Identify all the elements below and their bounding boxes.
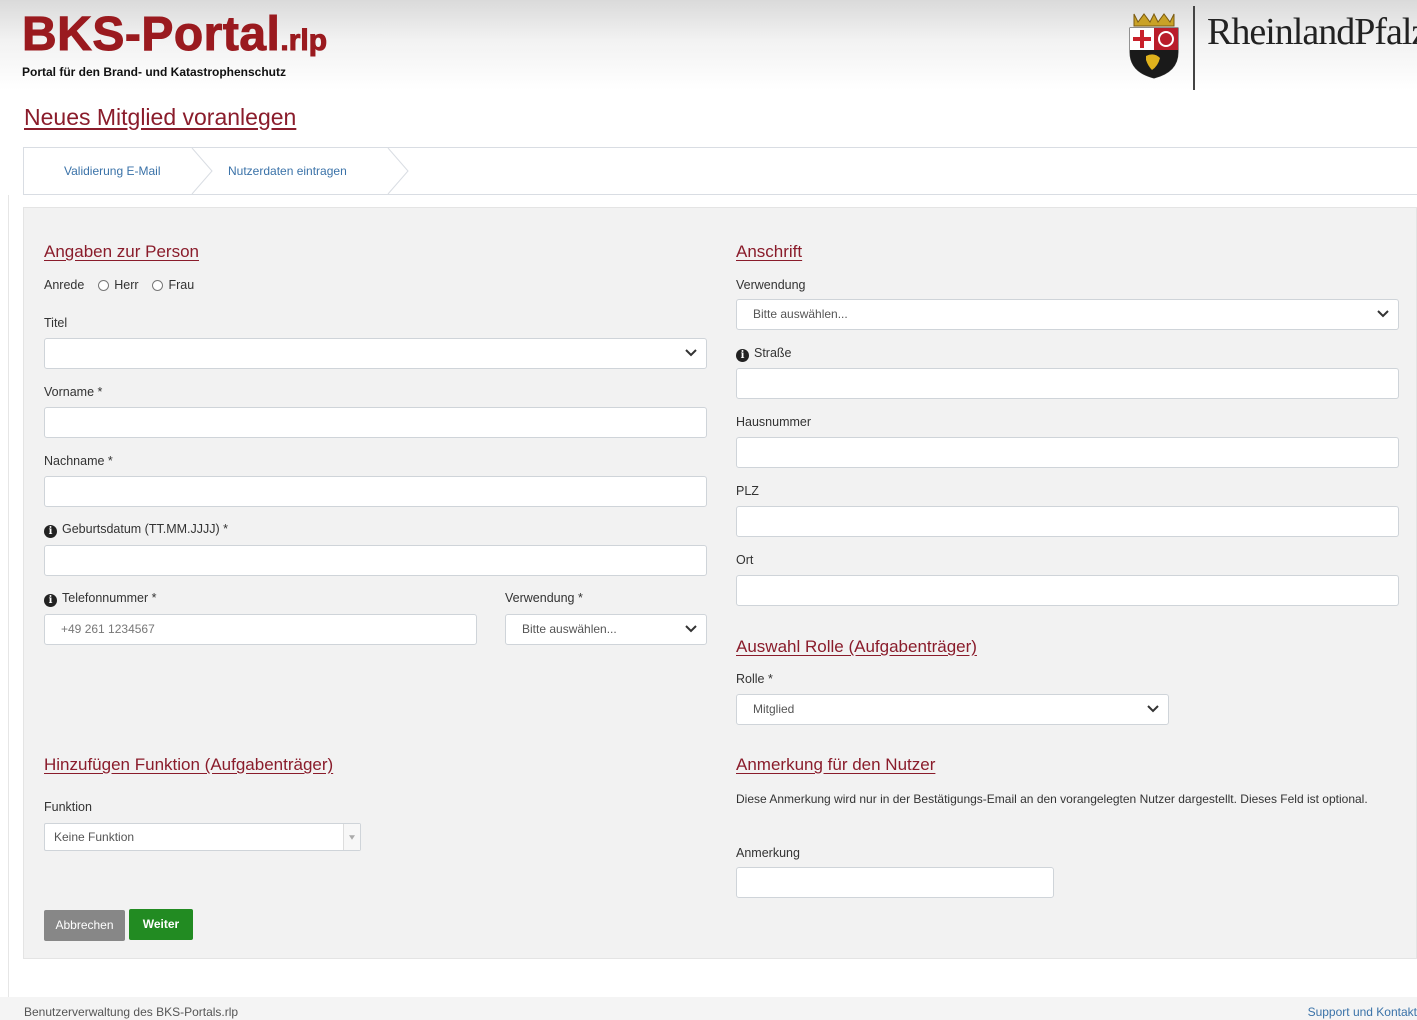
brand-title: BKS-Portal bbox=[21, 8, 281, 61]
geburtsdatum-field[interactable] bbox=[44, 545, 707, 576]
titel-select[interactable] bbox=[44, 338, 707, 369]
wizard-steps: Validierung E-Mail Nutzerdaten eintragen bbox=[23, 147, 1417, 195]
rheinland-pfalz-logo: RheinlandPfalz bbox=[1207, 11, 1417, 53]
nachname-label: Nachname * bbox=[44, 454, 113, 468]
address-verwendung-label: Verwendung bbox=[736, 278, 806, 292]
radio-herr-label: Herr bbox=[114, 278, 139, 292]
geburtsdatum-label-group: i Geburtsdatum (TT.MM.JJJJ) * bbox=[44, 522, 228, 538]
anmerkung-field[interactable] bbox=[736, 867, 1054, 898]
chevron-down-icon bbox=[685, 625, 697, 633]
ort-field[interactable] bbox=[736, 575, 1399, 606]
geburtsdatum-label: Geburtsdatum (TT.MM.JJJJ) * bbox=[62, 522, 228, 536]
page-footer: Benutzerverwaltung des BKS-Portals.rlp S… bbox=[0, 997, 1417, 1020]
brand-subtitle: Portal für den Brand- und Katastrophensc… bbox=[22, 65, 287, 79]
info-icon[interactable]: i bbox=[736, 349, 749, 362]
strasse-label-group: i Straße bbox=[736, 346, 792, 362]
section-heading-role: Auswahl Rolle (Aufgabenträger) bbox=[736, 637, 977, 656]
rolle-label: Rolle * bbox=[736, 672, 773, 686]
next-button[interactable]: Weiter bbox=[129, 909, 193, 940]
info-icon[interactable]: i bbox=[44, 594, 57, 607]
strasse-field[interactable] bbox=[736, 368, 1399, 399]
verwendung-telefon-select[interactable]: Bitte auswählen... bbox=[505, 614, 707, 645]
funktion-select-arrow bbox=[343, 824, 360, 850]
vorname-field[interactable] bbox=[44, 407, 707, 438]
hausnummer-field[interactable] bbox=[736, 437, 1399, 468]
cancel-button[interactable]: Abbrechen bbox=[44, 910, 125, 941]
step-nutzerdaten-eintragen[interactable]: Nutzerdaten eintragen bbox=[228, 148, 347, 194]
coat-of-arms-icon bbox=[1129, 12, 1179, 79]
chevron-down-icon bbox=[1377, 310, 1389, 318]
vorname-label: Vorname * bbox=[44, 385, 103, 399]
chevron-down-icon bbox=[1147, 705, 1159, 713]
strasse-label: Straße bbox=[754, 346, 792, 360]
rolle-select[interactable]: Mitglied bbox=[736, 694, 1169, 725]
funktion-select-value: Keine Funktion bbox=[54, 830, 135, 844]
portal-logo[interactable]: BKS-Portal.rlp Portal für den Brand- und… bbox=[21, 10, 328, 79]
rolle-select-value: Mitglied bbox=[753, 702, 795, 716]
telefon-field[interactable]: +49 261 1234567 bbox=[44, 614, 477, 645]
titel-label: Titel bbox=[44, 316, 68, 330]
section-heading-address: Anschrift bbox=[736, 242, 803, 261]
verwendung-telefon-value: Bitte auswählen... bbox=[522, 622, 617, 636]
form-panel: Angaben zur Person Anrede Herr Frau Tite… bbox=[23, 207, 1417, 959]
plz-field[interactable] bbox=[736, 506, 1399, 537]
address-verwendung-value: Bitte auswählen... bbox=[753, 307, 848, 321]
funktion-select[interactable]: Keine Funktion bbox=[44, 823, 361, 851]
step-separator-chevron bbox=[191, 148, 213, 194]
section-heading-function: Hinzufügen Funktion (Aufgabenträger) bbox=[44, 755, 334, 774]
chevron-down-icon bbox=[685, 349, 697, 357]
content-border bbox=[8, 195, 9, 997]
page-title: Neues Mitglied voranlegen bbox=[24, 104, 297, 130]
plz-label: PLZ bbox=[736, 484, 759, 498]
remark-description: Diese Anmerkung wird nur in der Bestätig… bbox=[736, 792, 1368, 806]
step-validierung-email[interactable]: Validierung E-Mail bbox=[64, 148, 161, 194]
telefon-placeholder: +49 261 1234567 bbox=[61, 622, 155, 636]
anrede-group: Anrede Herr Frau bbox=[44, 278, 194, 292]
telefon-label-group: i Telefonnummer * bbox=[44, 591, 157, 607]
support-contact-link[interactable]: Support und Kontakt bbox=[1308, 1005, 1417, 1019]
address-verwendung-select[interactable]: Bitte auswählen... bbox=[736, 299, 1399, 330]
anrede-label: Anrede bbox=[44, 278, 85, 292]
header-divider bbox=[1193, 6, 1195, 90]
page-header: BKS-Portal.rlp Portal für den Brand- und… bbox=[0, 0, 1417, 90]
hausnummer-label: Hausnummer bbox=[736, 415, 812, 429]
step-separator-chevron bbox=[387, 148, 409, 194]
info-icon[interactable]: i bbox=[44, 525, 57, 538]
brand-suffix: .rlp bbox=[280, 24, 328, 58]
nachname-field[interactable] bbox=[44, 476, 707, 507]
ort-label: Ort bbox=[736, 553, 754, 567]
radio-frau[interactable] bbox=[152, 280, 164, 291]
funktion-label: Funktion bbox=[44, 800, 92, 814]
section-heading-remark: Anmerkung für den Nutzer bbox=[736, 755, 936, 774]
verwendung-telefon-label: Verwendung * bbox=[505, 591, 583, 605]
radio-herr[interactable] bbox=[98, 280, 110, 291]
section-heading-person: Angaben zur Person bbox=[44, 242, 199, 261]
anmerkung-label: Anmerkung bbox=[736, 846, 800, 860]
footer-text: Benutzerverwaltung des BKS-Portals.rlp bbox=[24, 1005, 239, 1019]
telefon-label: Telefonnummer * bbox=[62, 591, 157, 605]
caret-down-icon bbox=[349, 835, 355, 840]
radio-frau-label: Frau bbox=[168, 278, 195, 292]
